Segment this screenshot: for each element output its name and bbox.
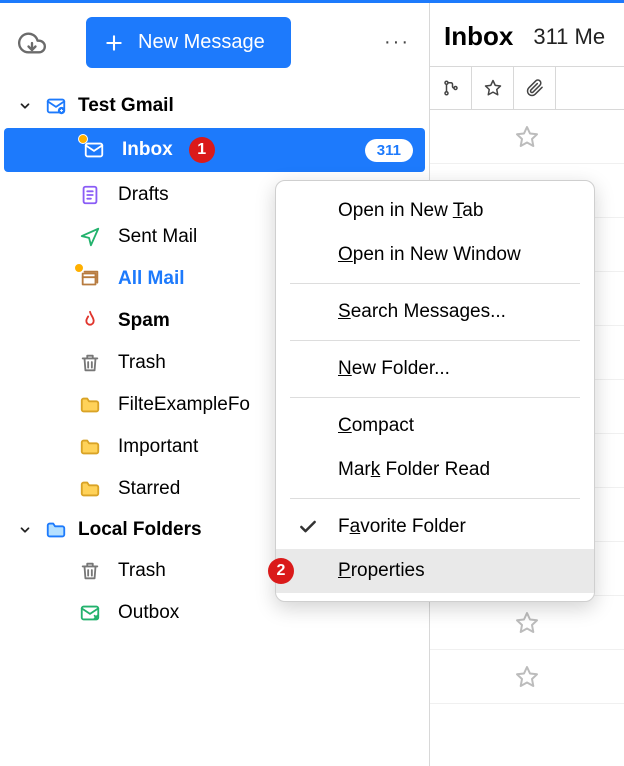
menu-item-label: Properties: [338, 560, 425, 582]
star-icon[interactable]: [515, 665, 539, 689]
folder-label: Important: [118, 436, 198, 458]
message-row[interactable]: [430, 650, 624, 704]
folder-label: FilteExampleFo: [118, 394, 250, 416]
folder-label: Inbox: [122, 139, 173, 161]
folder-label: Outbox: [118, 602, 179, 624]
attachment-column-button[interactable]: [514, 67, 556, 109]
inbox-icon: [82, 138, 106, 162]
local-folders-icon: [44, 518, 68, 542]
folder-title: Inbox: [444, 21, 513, 52]
check-icon: [298, 517, 318, 537]
context-menu-item[interactable]: Mark Folder Read: [276, 448, 594, 492]
menu-separator: [290, 397, 580, 398]
folder-label: Trash: [118, 560, 166, 582]
spam-icon: [78, 309, 102, 333]
annotation-badge: 1: [189, 137, 215, 163]
custom1-icon: [78, 393, 102, 417]
allmail-icon: [78, 267, 102, 291]
star-icon[interactable]: [515, 611, 539, 635]
context-menu-item[interactable]: Favorite Folder: [276, 505, 594, 549]
folder-label: Drafts: [118, 184, 169, 206]
account-header[interactable]: Test Gmail: [0, 86, 429, 126]
drafts-icon: [78, 183, 102, 207]
folder-label: Starred: [118, 478, 180, 500]
menu-item-label: Compact: [338, 415, 414, 437]
menu-item-label: Open in New Tab: [338, 200, 483, 222]
folder-context-menu: Open in New Tab Open in New Window Search …: [275, 180, 595, 602]
menu-item-label: Open in New Window: [338, 244, 521, 266]
chevron-down-icon: [16, 521, 34, 539]
folder-subtitle: 311 Me: [533, 24, 605, 50]
context-menu-item[interactable]: Open in New Tab: [276, 189, 594, 233]
star-column-button[interactable]: [472, 67, 514, 109]
context-menu-item[interactable]: Search Messages...: [276, 290, 594, 334]
message-row[interactable]: [430, 110, 624, 164]
unread-count: 311: [365, 139, 413, 162]
plus-icon: [104, 33, 124, 53]
important-icon: [78, 435, 102, 459]
sent-icon: [78, 225, 102, 249]
menu-item-label: New Folder...: [338, 358, 450, 380]
chevron-down-icon: [16, 97, 34, 115]
menu-separator: [290, 283, 580, 284]
star-icon[interactable]: [515, 125, 539, 149]
annotation-badge: 2: [268, 558, 294, 584]
get-messages-button[interactable]: [14, 25, 50, 61]
folder-label: Sent Mail: [118, 226, 197, 248]
new-message-label: New Message: [138, 31, 265, 54]
starred-icon: [78, 477, 102, 501]
menu-item-label: Mark Folder Read: [338, 459, 490, 481]
account-icon: [44, 94, 68, 118]
context-menu-item[interactable]: 2Properties: [276, 549, 594, 593]
menu-separator: [290, 340, 580, 341]
context-menu-item[interactable]: Compact: [276, 404, 594, 448]
context-menu-item[interactable]: New Folder...: [276, 347, 594, 391]
account-name: Local Folders: [78, 519, 202, 541]
more-menu-button[interactable]: ···: [379, 25, 415, 61]
new-message-button[interactable]: New Message: [86, 17, 291, 68]
menu-separator: [290, 498, 580, 499]
menu-item-label: Search Messages...: [338, 301, 506, 323]
ltrash-icon: [78, 559, 102, 583]
outbox-icon: [78, 601, 102, 625]
message-row[interactable]: [430, 596, 624, 650]
menu-item-label: Favorite Folder: [338, 516, 466, 538]
folder-label: All Mail: [118, 268, 185, 290]
folder-label: Spam: [118, 310, 170, 332]
folder-label: Trash: [118, 352, 166, 374]
folder-inbox[interactable]: Inbox 1 311: [4, 128, 425, 172]
account-name: Test Gmail: [78, 95, 174, 117]
trash-icon: [78, 351, 102, 375]
thread-toggle-button[interactable]: [430, 67, 472, 109]
context-menu-item[interactable]: Open in New Window: [276, 233, 594, 277]
